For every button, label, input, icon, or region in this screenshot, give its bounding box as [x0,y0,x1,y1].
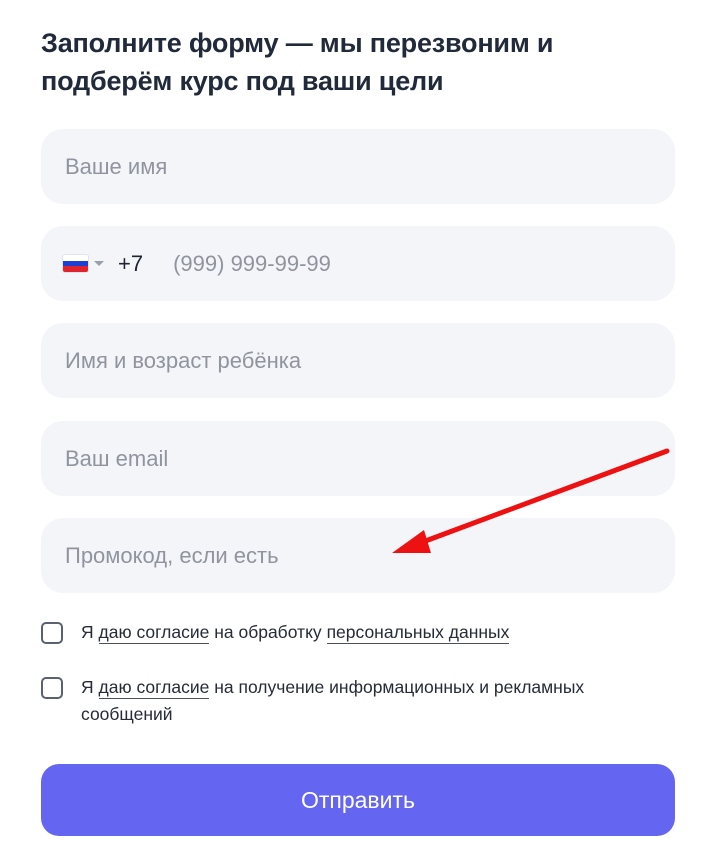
email-field-wrapper [41,421,675,496]
submit-button[interactable]: Отправить [41,764,675,836]
consent-personal-checkbox[interactable] [41,622,63,644]
dial-code: +7 [118,250,144,276]
consent-personal-row: Я даю согласие на обработку персональных… [41,622,681,646]
consent-middle: на обработку [214,622,322,642]
consent-prefix: Я [81,622,94,642]
consent-ads-text: Я даю согласие на получение информационн… [81,674,671,728]
consent-ads-link[interactable]: даю согласие [98,677,210,699]
phone-field-wrapper: +7 [41,226,675,301]
country-selector[interactable] [63,255,104,272]
consent-prefix: Я [81,677,94,697]
promo-field-wrapper [41,518,675,593]
form-heading: Заполните форму — мы перезвоним и подбер… [41,28,554,96]
promo-code-input[interactable] [63,541,675,570]
phone-input[interactable] [171,249,556,278]
email-input[interactable] [63,444,675,473]
chevron-down-icon [94,261,104,266]
consent-ads-checkbox[interactable] [41,677,63,699]
consent-link[interactable]: даю согласие [98,622,210,644]
personal-data-link[interactable]: персональных данных [326,622,510,644]
consent-ads-row: Я даю согласие на получение информационн… [41,677,681,728]
consent-personal-text: Я даю согласие на обработку персональных… [81,619,510,646]
name-field-wrapper [41,129,675,204]
child-field-wrapper [41,323,675,398]
child-name-age-input[interactable] [63,346,675,375]
flag-ru-icon [63,255,88,272]
name-input[interactable] [63,152,675,181]
